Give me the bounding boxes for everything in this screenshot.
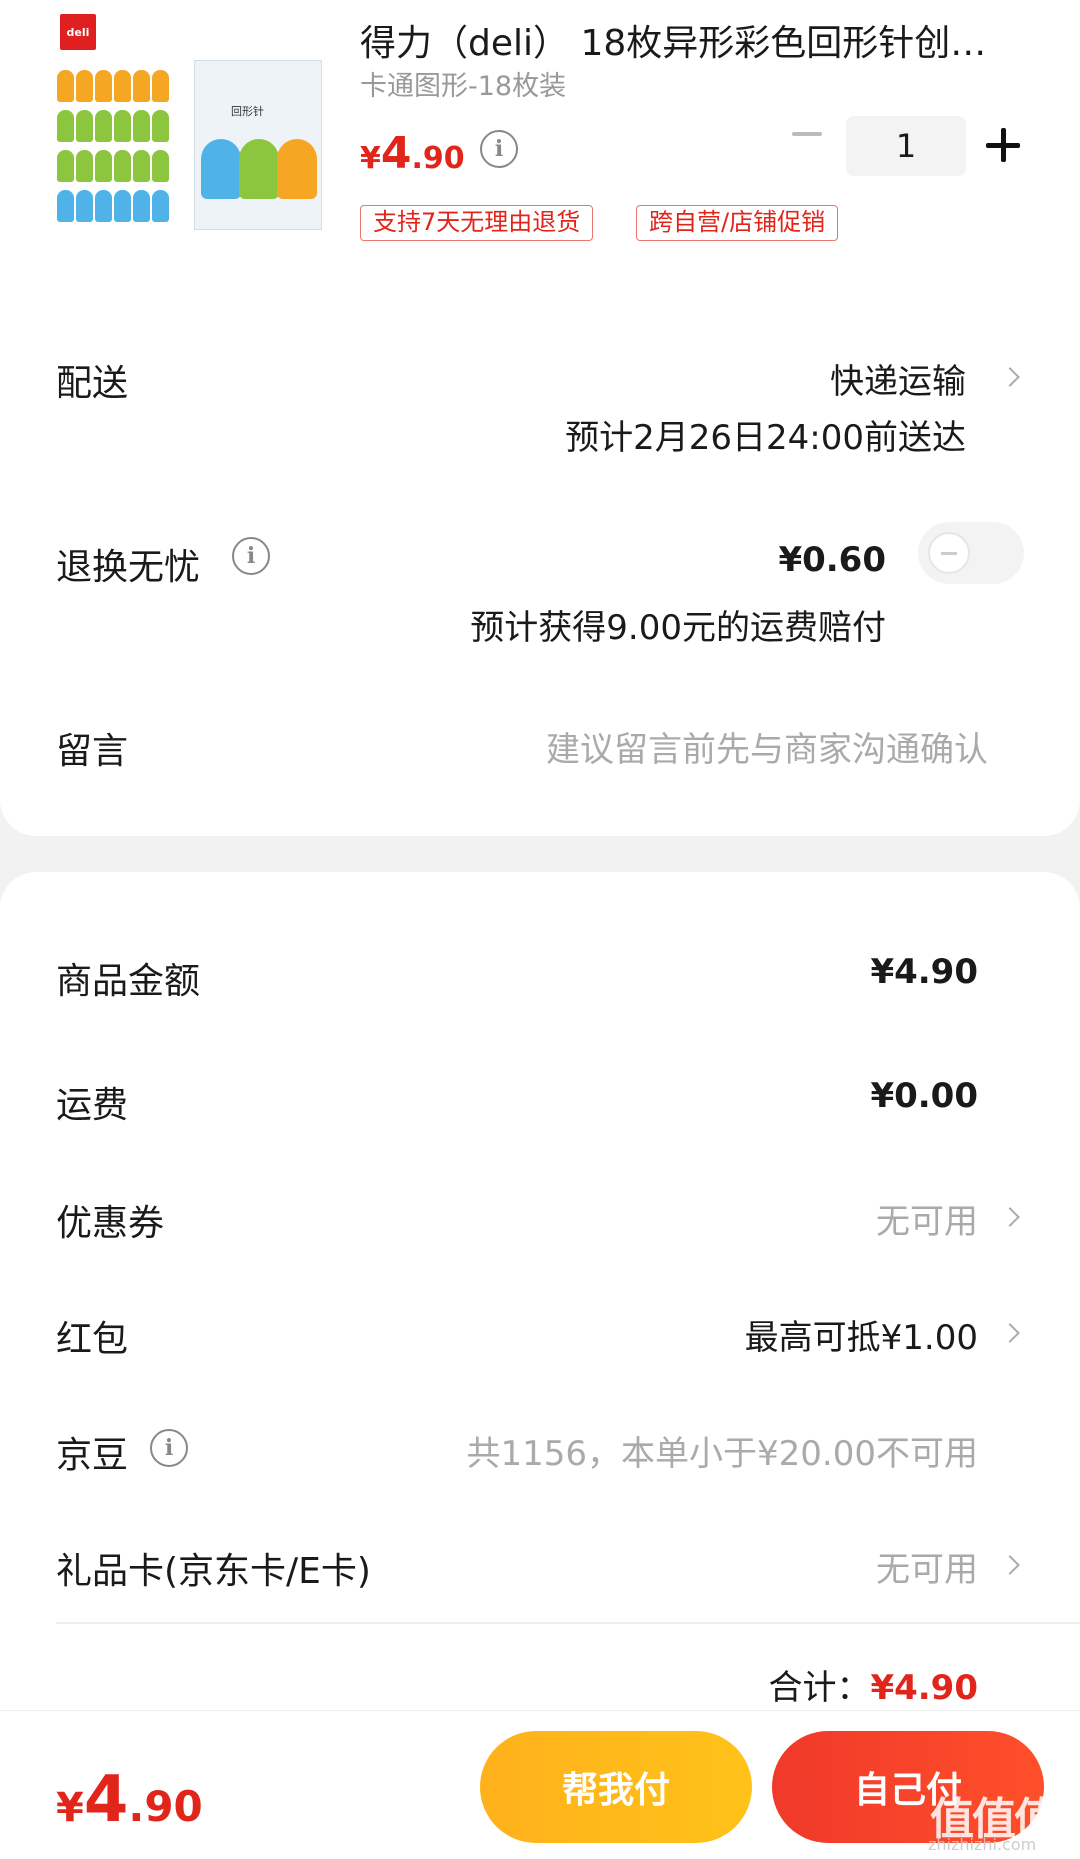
shipping-fee-value: ¥0.00 (870, 1076, 978, 1116)
return-insurance-price: ¥0.60 (778, 540, 886, 580)
return-insurance-info-icon[interactable]: i (232, 537, 270, 575)
chevron-right-icon[interactable] (1000, 367, 1020, 387)
total-label: 合计： (768, 1668, 871, 1708)
total-value: ¥4.90 (870, 1668, 978, 1708)
giftcard-value[interactable]: 无可用 (876, 1542, 978, 1591)
delivery-label: 配送 (56, 363, 129, 404)
shipping-fee-label: 运费 (56, 1085, 129, 1126)
promotion-tag: 跨自营/店铺促销 (636, 205, 839, 241)
paper-clips-image (56, 68, 186, 228)
checkout-price: ¥4.90 (56, 1763, 203, 1837)
delivery-method[interactable]: 快递运输 (830, 354, 966, 403)
price-info-icon[interactable]: i (480, 130, 518, 168)
package-box-image: 回形针 (194, 60, 322, 230)
return-insurance-label: 退换无忧 (56, 547, 201, 588)
watermark-url: zhizhizhi.com (928, 1835, 1037, 1854)
coupon-value[interactable]: 无可用 (876, 1194, 978, 1243)
goods-amount-value: ¥4.90 (870, 952, 978, 992)
coupon-label: 优惠券 (56, 1203, 165, 1244)
checkout-bar: ¥4.90 帮我付 自己付 值值值 zhizhizhi.com (0, 1710, 1080, 1859)
redpacket-value[interactable]: 最高可抵¥1.00 (745, 1310, 978, 1359)
product-thumbnail[interactable]: deli 回形针 (56, 10, 326, 230)
quantity-input[interactable]: 1 (846, 116, 966, 176)
quantity-increase-button[interactable] (986, 128, 1020, 162)
toggle-knob (928, 532, 970, 574)
package-label: 回形针 (231, 105, 264, 118)
return-insurance-note: 预计获得9.00元的运费赔付 (470, 608, 886, 648)
product-title[interactable]: 得力（deli） 18枚异形彩色回形针创意办公用品 (360, 14, 1020, 66)
delivery-eta: 预计2月26日24:00前送达 (565, 418, 966, 458)
redpacket-label: 红包 (56, 1319, 129, 1360)
quantity-decrease-button[interactable] (790, 120, 824, 148)
return-insurance-toggle[interactable] (918, 522, 1024, 584)
order-card-top: deli 回形针 得力（deli） 18枚异形彩色回形针创意办公用品 卡通图形-… (0, 0, 1080, 836)
goods-amount-label: 商品金额 (56, 961, 201, 1002)
return-policy-tag: 支持7天无理由退货 (360, 205, 594, 241)
jingdou-label: 京豆 (56, 1435, 129, 1476)
summary-divider (56, 1622, 1080, 1624)
product-price: ¥4.90 (360, 128, 465, 179)
message-input[interactable]: 建议留言前先与商家沟通确认 (546, 722, 988, 771)
order-total: 合计：¥4.90 (768, 1660, 978, 1709)
product-spec[interactable]: 卡通图形-18枚装 (360, 64, 566, 103)
jingdou-value: 共1156，本单小于¥20.00不可用 (466, 1434, 979, 1474)
giftcard-label: 礼品卡(京东卡/E卡) (56, 1551, 371, 1592)
jingdou-info-icon[interactable]: i (150, 1429, 188, 1467)
brand-logo: deli (60, 14, 96, 50)
message-label: 留言 (56, 731, 129, 772)
help-me-pay-button[interactable]: 帮我付 (480, 1731, 752, 1843)
